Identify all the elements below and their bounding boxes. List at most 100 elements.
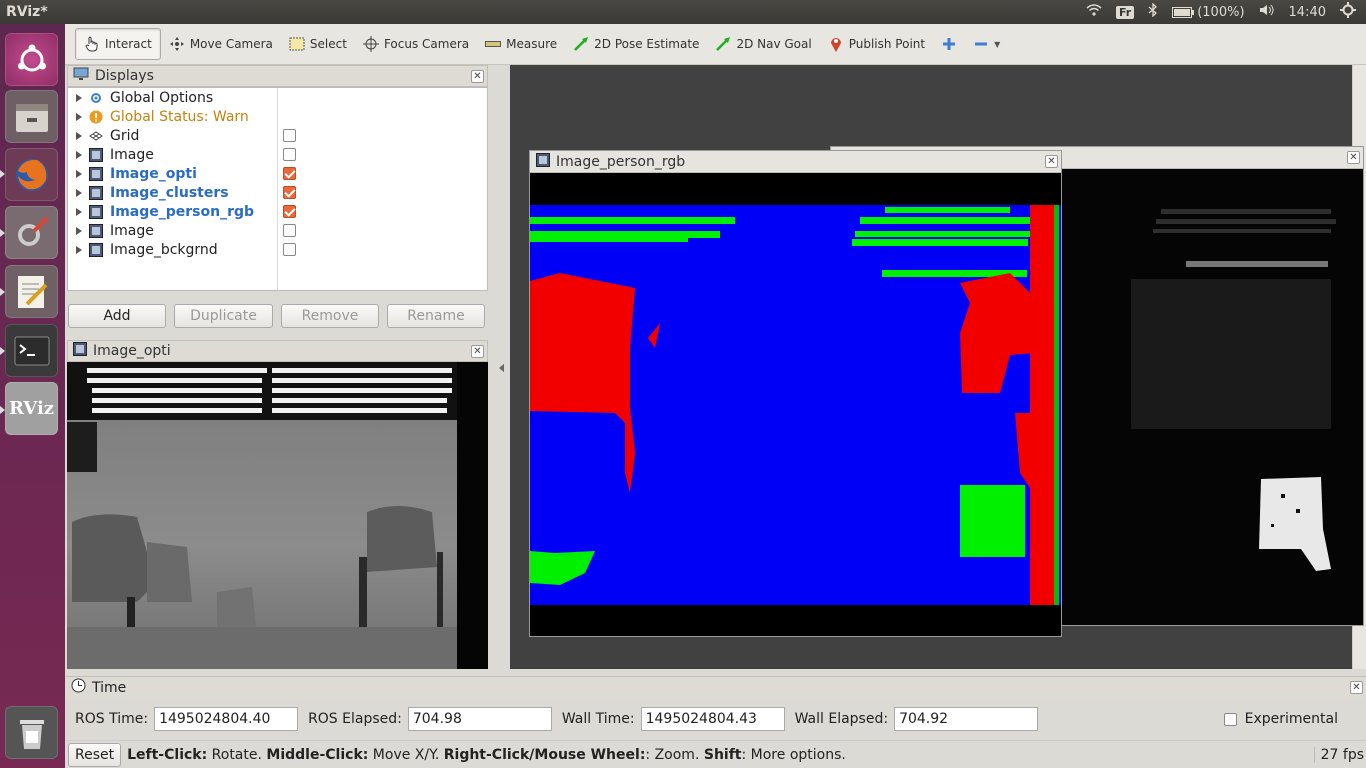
display-enabled-checkbox[interactable] bbox=[283, 167, 296, 180]
measure-label: Measure bbox=[506, 37, 558, 51]
nav-goal-label: 2D Nav Goal bbox=[736, 37, 812, 51]
display-label: Image_bckgrnd bbox=[110, 241, 218, 258]
image-person-rgb-header: Image_person_rgb ✕ bbox=[530, 151, 1061, 173]
ros-elapsed-label: ROS Elapsed: bbox=[308, 711, 402, 727]
monitor-icon bbox=[73, 67, 89, 85]
battery-indicator[interactable]: (100%) bbox=[1172, 5, 1245, 20]
pose-estimate-tool[interactable]: 2D Pose Estimate bbox=[565, 28, 707, 60]
trash-icon[interactable] bbox=[5, 706, 58, 759]
close-icon[interactable]: ✕ bbox=[471, 70, 484, 83]
display-item-image-person-rgb[interactable]: Image_person_rgb bbox=[68, 202, 487, 221]
text-editor-icon[interactable] bbox=[5, 265, 58, 318]
minus-icon bbox=[973, 36, 989, 52]
hint-key: Shift bbox=[703, 746, 742, 763]
green-arrow-icon bbox=[715, 36, 731, 52]
publish-point-label: Publish Point bbox=[848, 37, 926, 51]
display-enabled-checkbox[interactable] bbox=[283, 186, 296, 199]
display-enabled-checkbox[interactable] bbox=[283, 148, 296, 161]
display-enabled-checkbox[interactable] bbox=[283, 243, 296, 256]
running-indicator bbox=[0, 406, 5, 414]
image-person-rgb-window[interactable]: Image_person_rgb ✕ bbox=[529, 150, 1062, 637]
files-icon[interactable] bbox=[5, 90, 58, 143]
display-item-global-options[interactable]: Global Options bbox=[68, 88, 487, 107]
keyboard-layout-indicator[interactable]: Fr bbox=[1115, 5, 1135, 19]
display-enabled-checkbox[interactable] bbox=[283, 129, 296, 142]
hint-text: Rotate. bbox=[207, 746, 267, 763]
display-item-image-2[interactable]: Image bbox=[68, 221, 487, 240]
terminal-icon[interactable] bbox=[5, 324, 58, 377]
focus-camera-tool[interactable]: Focus Camera bbox=[355, 28, 477, 60]
select-tool[interactable]: Select bbox=[281, 28, 355, 60]
display-item-image-opti[interactable]: Image_opti bbox=[68, 164, 487, 183]
expand-arrow-icon[interactable] bbox=[76, 169, 82, 178]
expand-arrow-icon[interactable] bbox=[76, 245, 82, 254]
expand-arrow-icon[interactable] bbox=[76, 188, 82, 197]
display-item-image-bckgrnd[interactable]: Image_bckgrnd bbox=[68, 240, 487, 259]
focus-camera-icon bbox=[362, 36, 379, 52]
ros-time-field[interactable]: 1495024804.40 bbox=[154, 707, 299, 731]
hint-key: Middle-Click: bbox=[266, 746, 369, 763]
gear-icon[interactable] bbox=[1340, 2, 1356, 22]
display-item-global-status[interactable]: Global Status: Warn bbox=[68, 107, 487, 126]
remove-tool-button[interactable]: ▼ bbox=[965, 28, 1008, 60]
move-camera-tool[interactable]: Move Camera bbox=[161, 28, 281, 60]
volume-icon[interactable] bbox=[1259, 4, 1275, 20]
display-item-grid[interactable]: Grid bbox=[68, 126, 487, 145]
running-indicator bbox=[0, 347, 5, 355]
chevron-down-icon: ▼ bbox=[994, 39, 1001, 49]
duplicate-button[interactable]: Duplicate bbox=[174, 304, 273, 328]
display-enabled-checkbox[interactable] bbox=[283, 224, 296, 237]
clock[interactable]: 14:40 bbox=[1289, 5, 1326, 20]
displays-tree: Global Options Global Status: Warn Grid … bbox=[67, 87, 488, 291]
rename-button[interactable]: Rename bbox=[387, 304, 485, 328]
reset-button[interactable]: Reset bbox=[68, 742, 122, 767]
tools-toolbar: Interact Move Camera Select Focus Camera… bbox=[65, 24, 1366, 65]
image-opti-panel-header: Image_opti ✕ bbox=[67, 340, 488, 362]
measure-tool[interactable]: Measure bbox=[477, 28, 565, 60]
rviz-icon[interactable]: RViz bbox=[5, 382, 58, 435]
display-label: Global Options bbox=[110, 89, 214, 106]
remove-button[interactable]: Remove bbox=[281, 304, 379, 328]
firefox-icon[interactable] bbox=[5, 148, 58, 201]
expand-arrow-icon[interactable] bbox=[76, 150, 82, 159]
expand-arrow-icon[interactable] bbox=[76, 112, 82, 121]
splitter-handle[interactable] bbox=[499, 364, 504, 372]
ros-elapsed-field[interactable]: 704.98 bbox=[407, 707, 552, 731]
display-item-image[interactable]: Image bbox=[68, 145, 487, 164]
wall-elapsed-field[interactable]: 704.92 bbox=[894, 707, 1039, 731]
select-label: Select bbox=[309, 37, 347, 51]
interact-label: Interact bbox=[105, 37, 152, 51]
close-icon[interactable]: ✕ bbox=[471, 345, 484, 358]
bluetooth-icon[interactable] bbox=[1148, 2, 1158, 21]
image-icon bbox=[88, 147, 104, 163]
interact-tool[interactable]: Interact bbox=[75, 28, 161, 60]
close-icon[interactable]: ✕ bbox=[1347, 151, 1360, 164]
settings-icon[interactable] bbox=[5, 206, 58, 259]
ros-time-label: ROS Time: bbox=[75, 711, 149, 727]
wall-time-label: Wall Time: bbox=[561, 711, 635, 727]
display-item-image-clusters[interactable]: Image_clusters bbox=[68, 183, 487, 202]
add-button[interactable]: Add bbox=[68, 304, 166, 328]
expand-arrow-icon[interactable] bbox=[76, 93, 82, 102]
close-icon[interactable]: ✕ bbox=[1045, 155, 1058, 168]
green-arrow-icon bbox=[573, 36, 589, 52]
display-label: Image bbox=[110, 222, 154, 239]
expand-arrow-icon[interactable] bbox=[76, 207, 82, 216]
wifi-icon[interactable] bbox=[1086, 4, 1102, 20]
expand-arrow-icon[interactable] bbox=[76, 226, 82, 235]
hint-text: : Zoom. bbox=[645, 746, 704, 763]
nav-goal-tool[interactable]: 2D Nav Goal bbox=[707, 28, 819, 60]
add-tool-button[interactable] bbox=[933, 28, 965, 60]
expand-arrow-icon[interactable] bbox=[76, 131, 82, 140]
wall-time-field[interactable]: 1495024804.43 bbox=[640, 707, 785, 731]
display-enabled-checkbox[interactable] bbox=[283, 205, 296, 218]
close-icon[interactable]: ✕ bbox=[1350, 681, 1363, 694]
experimental-label: Experimental bbox=[1244, 711, 1338, 727]
hint-key: Right-Click/Mouse Wheel: bbox=[443, 746, 646, 763]
ubuntu-icon[interactable] bbox=[5, 33, 58, 86]
experimental-checkbox[interactable] bbox=[1223, 712, 1237, 726]
publish-point-tool[interactable]: Publish Point bbox=[820, 28, 933, 60]
wall-elapsed-label: Wall Elapsed: bbox=[794, 711, 889, 727]
image-opti-view[interactable] bbox=[67, 362, 488, 669]
focus-camera-label: Focus Camera bbox=[383, 37, 470, 51]
